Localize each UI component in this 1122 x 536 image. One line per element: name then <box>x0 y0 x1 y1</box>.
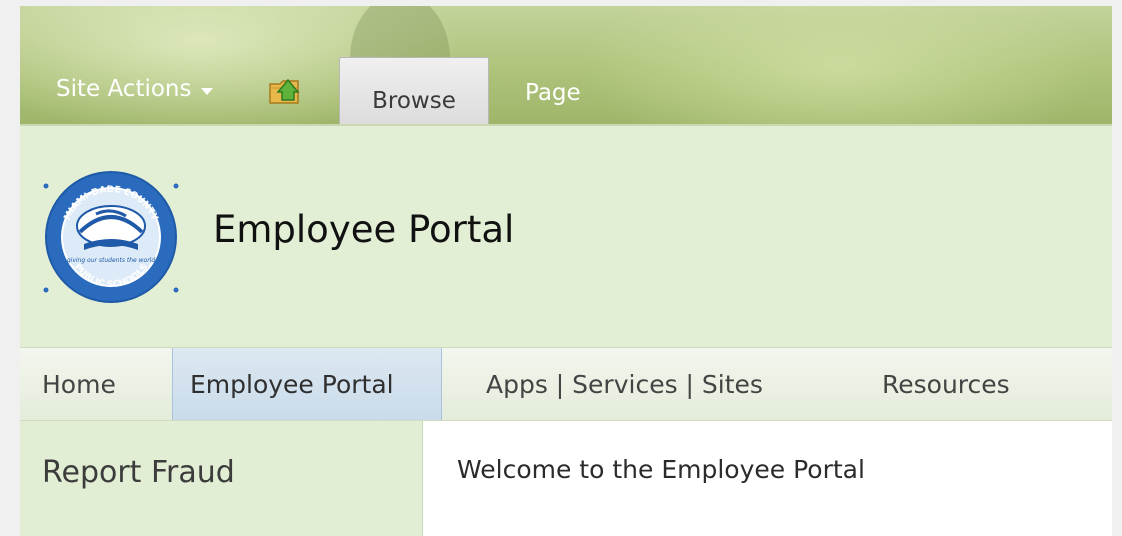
navigate-up-icon[interactable] <box>268 76 306 106</box>
welcome-text: Welcome to the Employee Portal <box>457 455 865 484</box>
topnav-item-label: Apps | Services | Sites <box>486 369 763 399</box>
tab-page[interactable]: Page <box>525 80 581 106</box>
topnav-item-home[interactable]: Home <box>42 348 116 420</box>
site-actions-menu[interactable]: Site Actions <box>56 72 214 106</box>
school-district-logo[interactable]: MIAMI-DADE COUNTY giving our students th… <box>38 162 184 312</box>
main-content: Welcome to the Employee Portal <box>422 421 1112 536</box>
topnav-item-apps-services-sites[interactable]: Apps | Services | Sites <box>486 348 763 420</box>
tab-browse-label: Browse <box>372 88 456 114</box>
tab-browse[interactable]: Browse <box>339 57 489 124</box>
quick-launch: Report Fraud <box>20 421 422 536</box>
chevron-down-icon <box>201 87 214 95</box>
topnav-item-label: Home <box>42 369 116 399</box>
site-title-area: MIAMI-DADE COUNTY giving our students th… <box>20 126 1112 346</box>
site-actions-label: Site Actions <box>56 76 192 102</box>
ribbon-background-highlight-right <box>580 6 1100 124</box>
topnav-item-resources[interactable]: Resources <box>882 348 1010 420</box>
topnav-item-label: Employee Portal <box>190 369 394 399</box>
topnav-item-label: Resources <box>882 369 1010 399</box>
page-title[interactable]: Employee Portal <box>213 208 514 251</box>
sharepoint-page: Site Actions Browse Page MIAMI-DADE COUN… <box>20 6 1112 536</box>
ribbon-bar: Site Actions Browse Page <box>20 6 1112 124</box>
topnav-item-employee-portal[interactable]: Employee Portal <box>172 348 442 420</box>
tab-page-label: Page <box>525 80 581 106</box>
leftnav-item-report-fraud[interactable]: Report Fraud <box>42 455 235 490</box>
top-navigation: Home Employee Portal Apps | Services | S… <box>20 347 1112 421</box>
